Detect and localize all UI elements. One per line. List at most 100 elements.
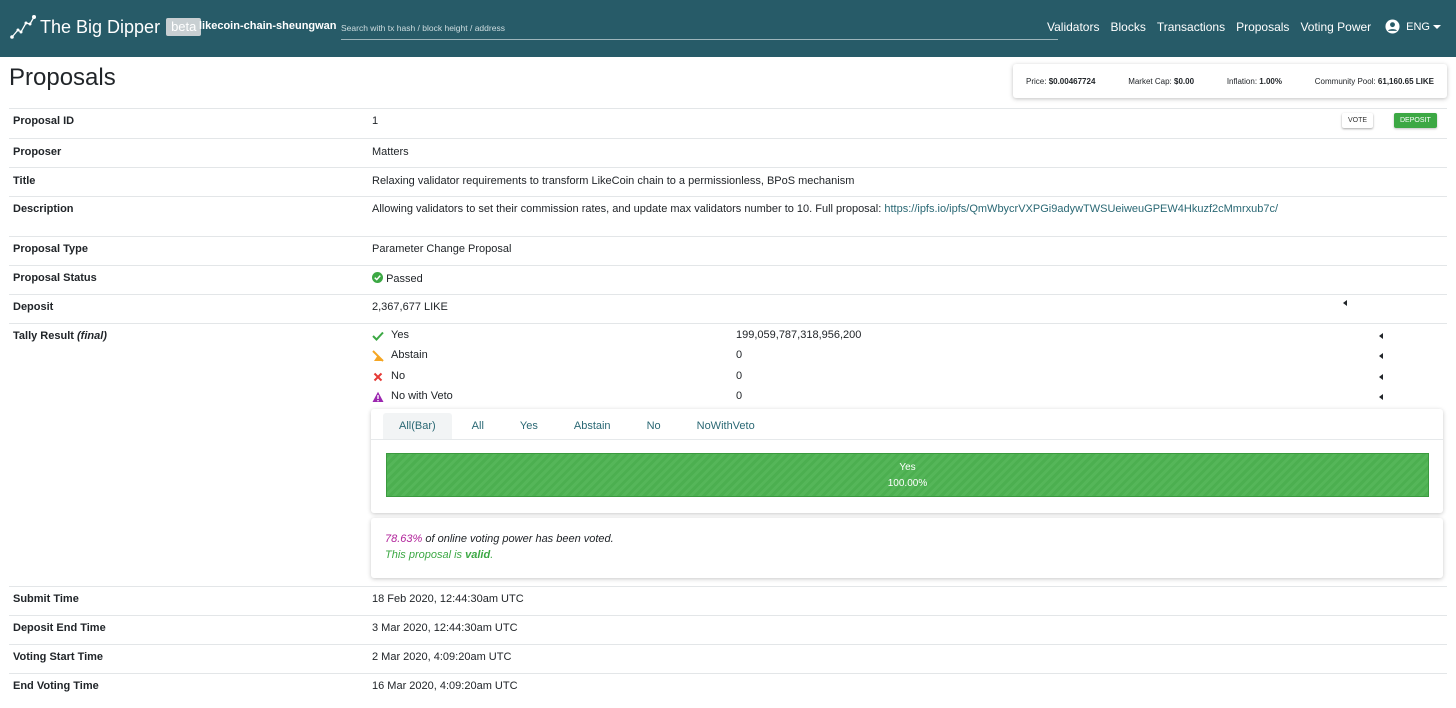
price-value: $0.00467724	[1048, 76, 1096, 86]
title-value: Relaxing validator requirements to trans…	[372, 175, 855, 187]
bar-percent: 100.00%	[887, 478, 928, 489]
cross-icon	[373, 372, 383, 382]
row-proposal-type: Proposal Type Parameter Change Proposal	[9, 236, 1447, 265]
row-proposer: Proposer Matters	[9, 138, 1447, 167]
tally-yes-value: 199,059,787,318,956,200	[736, 329, 862, 341]
nav-link-blocks[interactable]: Blocks	[1110, 20, 1145, 34]
nav-link-proposals[interactable]: Proposals	[1236, 20, 1289, 34]
market-cap-value: $0.00	[1174, 76, 1195, 86]
proposal-type-value: Parameter Change Proposal	[372, 243, 512, 255]
tally-no-label: No	[391, 370, 406, 382]
tally-veto-label: No with Veto	[391, 390, 453, 402]
description-link[interactable]: https://ipfs.io/ipfs/QmWbycrVXPGi9adywTW…	[884, 203, 1278, 215]
tab-abstain[interactable]: Abstain	[558, 413, 627, 439]
voting-end-label: End Voting Time	[13, 680, 99, 692]
proposal-id-label: Proposal ID	[13, 115, 75, 127]
row-submit-time: Submit Time 18 Feb 2020, 12:44:30am UTC	[9, 586, 1447, 615]
user-account-icon[interactable]	[1385, 19, 1400, 34]
row-voting-start-time: Voting Start Time 2 Mar 2020, 4:09:20am …	[9, 644, 1447, 673]
top-navbar: The Big Dipper beta likecoin-chain-sheun…	[0, 0, 1456, 57]
nav-link-transactions[interactable]: Transactions	[1157, 20, 1225, 34]
big-dipper-logo-icon	[10, 15, 36, 39]
price-label: Price:	[1026, 76, 1047, 86]
tally-abstain-value: 0	[736, 349, 743, 361]
deposit-button[interactable]: DEPOSIT	[1394, 113, 1437, 128]
bar-label: Yes	[899, 462, 916, 473]
language-selector[interactable]: ENG	[1406, 21, 1441, 33]
valid-suffix: .	[490, 549, 494, 561]
price-stat: Price: $0.00467724	[1026, 77, 1095, 86]
deposit-end-value: 3 Mar 2020, 12:44:30am UTC	[372, 622, 518, 634]
community-pool-stat: Community Pool: 61,160.65 LIKE	[1315, 77, 1434, 86]
tally-yes-caret-icon[interactable]	[1379, 333, 1383, 339]
tally-result-label: Tally Result (final)	[13, 330, 107, 342]
language-label: ENG	[1406, 20, 1430, 33]
check-icon	[372, 331, 384, 341]
deposit-value: 2,367,677 LIKE	[372, 301, 448, 313]
community-pool-value: 61,160.65 LIKE	[1377, 76, 1434, 86]
row-deposit-end-time: Deposit End Time 3 Mar 2020, 12:44:30am …	[9, 615, 1447, 644]
market-cap-label: Market Cap:	[1128, 76, 1172, 86]
tally-label-text: Tally Result	[13, 330, 74, 342]
row-description: Description Allowing validators to set t…	[9, 196, 1447, 236]
nav-link-voting-power[interactable]: Voting Power	[1300, 20, 1371, 34]
nav-link-validators[interactable]: Validators	[1047, 20, 1099, 34]
tally-final-tag: (final)	[77, 330, 107, 342]
proposal-validity-text: This proposal is valid.	[385, 549, 493, 561]
tab-all[interactable]: All	[456, 413, 500, 439]
proposer-link[interactable]: Matters	[372, 146, 409, 158]
title-label: Title	[13, 175, 36, 187]
chart-tabs: All(Bar) All Yes Abstain No NoWithVeto	[383, 413, 775, 439]
voting-start-label: Voting Start Time	[13, 651, 104, 663]
voting-summary-card: 78.63% of online voting power has been v…	[371, 518, 1443, 578]
tab-no-with-veto[interactable]: NoWithVeto	[681, 413, 771, 439]
tally-yes: Yes 199,059,787,318,956,200	[372, 329, 1422, 345]
inflation-label: Inflation:	[1226, 76, 1258, 86]
valid-prefix: This proposal is	[385, 549, 463, 561]
submit-time-value: 18 Feb 2020, 12:44:30am UTC	[372, 593, 524, 605]
beta-badge: beta	[166, 18, 202, 36]
row-title: Title Relaxing validator requirements to…	[9, 167, 1447, 196]
tally-abstain-label: Abstain	[391, 349, 428, 361]
tab-all-bar[interactable]: All(Bar)	[383, 413, 452, 439]
tally-no-caret-icon[interactable]	[1379, 374, 1383, 380]
market-cap-stat: Market Cap: $0.00	[1128, 77, 1194, 86]
vote-button[interactable]: VOTE	[1342, 113, 1374, 128]
tally-no: No 0	[372, 370, 1422, 386]
proposal-status-value: Passed	[372, 272, 423, 285]
tally-no-with-veto: No with Veto 0	[372, 390, 1422, 406]
tally-abstain-caret-icon[interactable]	[1379, 353, 1383, 359]
voted-power-text: 78.63% of online voting power has been v…	[385, 533, 614, 545]
chevron-down-icon	[1433, 24, 1441, 29]
description-value: Allowing validators to set their commiss…	[372, 203, 1278, 215]
row-deposit: Deposit 2,367,677 LIKE	[9, 294, 1447, 323]
voted-percent: 78.63%	[385, 533, 423, 545]
page-title: Proposals	[9, 64, 116, 91]
chain-id: likecoin-chain-sheungwan	[199, 20, 337, 32]
tab-yes[interactable]: Yes	[504, 413, 554, 439]
tally-chart-card: All(Bar) All Yes Abstain No NoWithVeto Y…	[371, 409, 1443, 513]
search-input[interactable]	[341, 16, 1058, 40]
brand[interactable]: The Big Dipper beta	[10, 14, 202, 40]
abstain-icon	[372, 350, 384, 362]
tally-yes-label: Yes	[391, 329, 409, 341]
voted-description: of online voting power has been voted.	[425, 533, 614, 545]
row-end-voting-time: End Voting Time 16 Mar 2020, 4:09:20am U…	[9, 673, 1447, 702]
proposal-status-label: Proposal Status	[13, 272, 97, 284]
row-proposal-status: Proposal Status Passed	[9, 265, 1447, 294]
submit-time-label: Submit Time	[13, 593, 79, 605]
row-proposal-id: Proposal ID 1 VOTE DEPOSIT	[9, 108, 1447, 138]
voting-end-value: 16 Mar 2020, 4:09:20am UTC	[372, 680, 518, 692]
deposit-tooltip-caret-icon[interactable]	[1343, 300, 1347, 306]
brand-name: The Big Dipper	[40, 16, 161, 37]
tab-no[interactable]: No	[631, 413, 677, 439]
yes-progress-bar: Yes 100.00%	[386, 453, 1429, 497]
description-label: Description	[13, 203, 74, 215]
tally-veto-caret-icon[interactable]	[1379, 394, 1383, 400]
community-pool-label: Community Pool:	[1314, 76, 1376, 86]
proposer-label: Proposer	[13, 146, 62, 158]
voting-start-value: 2 Mar 2020, 4:09:20am UTC	[372, 651, 512, 663]
nav-links: Validators Blocks Transactions Proposals…	[1036, 19, 1441, 34]
inflation-stat: Inflation: 1.00%	[1227, 77, 1282, 86]
tally-abstain: Abstain 0	[372, 349, 1422, 365]
